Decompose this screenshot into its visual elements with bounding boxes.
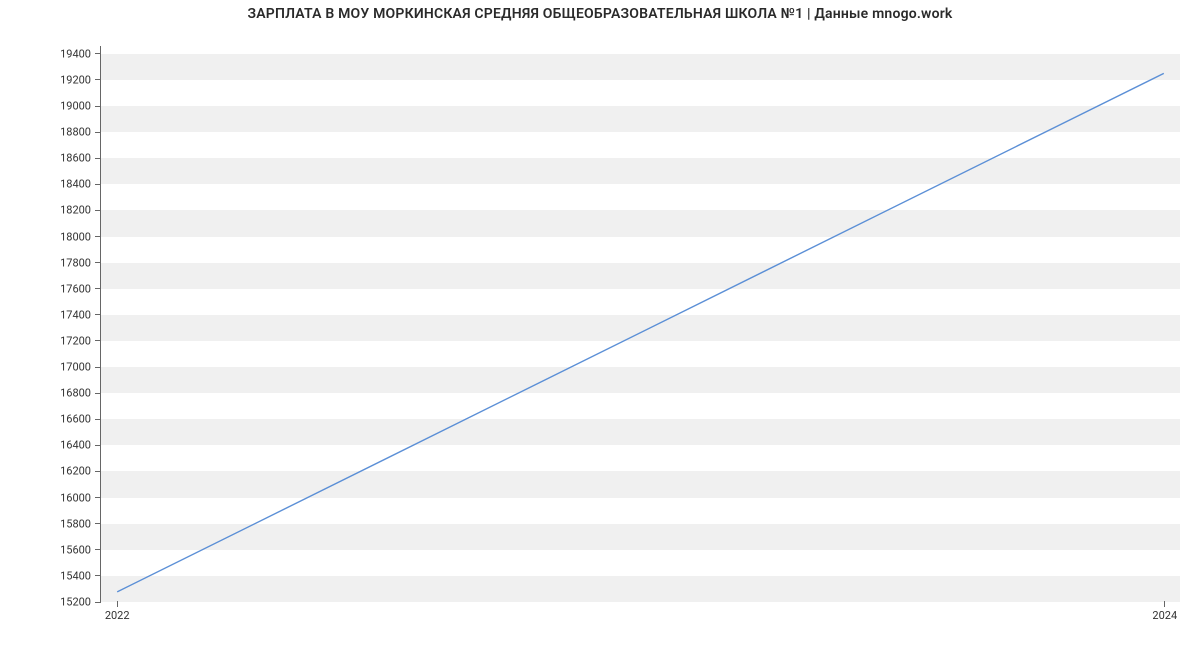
y-tick-label: 16200 xyxy=(60,465,91,478)
y-tick-label: 17400 xyxy=(60,308,91,321)
chart-title: ЗАРПЛАТА В МОУ МОРКИНСКАЯ СРЕДНЯЯ ОБЩЕОБ… xyxy=(0,6,1200,22)
y-tick xyxy=(95,497,101,498)
y-tick-label: 18600 xyxy=(60,152,91,165)
y-tick-label: 18800 xyxy=(60,126,91,139)
y-tick-label: 17800 xyxy=(60,256,91,269)
y-tick xyxy=(95,106,101,107)
y-tick-label: 15600 xyxy=(60,543,91,556)
line-series xyxy=(101,46,1180,601)
data-line xyxy=(117,73,1164,592)
y-tick-label: 19000 xyxy=(60,100,91,113)
y-tick xyxy=(95,419,101,420)
y-tick xyxy=(95,471,101,472)
y-tick xyxy=(95,184,101,185)
x-tick xyxy=(117,601,118,607)
y-tick xyxy=(95,158,101,159)
y-tick xyxy=(95,262,101,263)
y-tick-label: 15800 xyxy=(60,517,91,530)
y-tick xyxy=(95,314,101,315)
y-tick xyxy=(95,210,101,211)
y-tick-label: 19400 xyxy=(60,47,91,60)
y-tick-label: 16000 xyxy=(60,491,91,504)
y-tick xyxy=(95,53,101,54)
y-tick xyxy=(95,367,101,368)
x-tick-label: 2022 xyxy=(105,609,130,622)
y-tick-label: 16800 xyxy=(60,387,91,400)
y-tick-label: 17200 xyxy=(60,334,91,347)
y-tick xyxy=(95,393,101,394)
y-tick xyxy=(95,575,101,576)
chart-container: ЗАРПЛАТА В МОУ МОРКИНСКАЯ СРЕДНЯЯ ОБЩЕОБ… xyxy=(0,0,1200,650)
y-tick xyxy=(95,236,101,237)
y-tick xyxy=(95,523,101,524)
y-tick xyxy=(95,132,101,133)
y-tick-label: 18000 xyxy=(60,230,91,243)
y-tick-label: 15200 xyxy=(60,596,91,609)
y-tick-label: 18400 xyxy=(60,178,91,191)
y-tick xyxy=(95,445,101,446)
x-tick xyxy=(1164,601,1165,607)
y-tick xyxy=(95,79,101,80)
y-tick xyxy=(95,288,101,289)
y-tick xyxy=(95,549,101,550)
x-tick-label: 2024 xyxy=(1152,609,1177,622)
y-tick-label: 18200 xyxy=(60,204,91,217)
y-tick-label: 16400 xyxy=(60,439,91,452)
y-tick-label: 17600 xyxy=(60,282,91,295)
y-tick-label: 17000 xyxy=(60,361,91,374)
y-tick xyxy=(95,602,101,603)
y-tick-label: 19200 xyxy=(60,73,91,86)
plot-area: 1520015400156001580016000162001640016600… xyxy=(100,46,1180,602)
y-tick-label: 15400 xyxy=(60,569,91,582)
y-tick-label: 16600 xyxy=(60,413,91,426)
y-tick xyxy=(95,340,101,341)
